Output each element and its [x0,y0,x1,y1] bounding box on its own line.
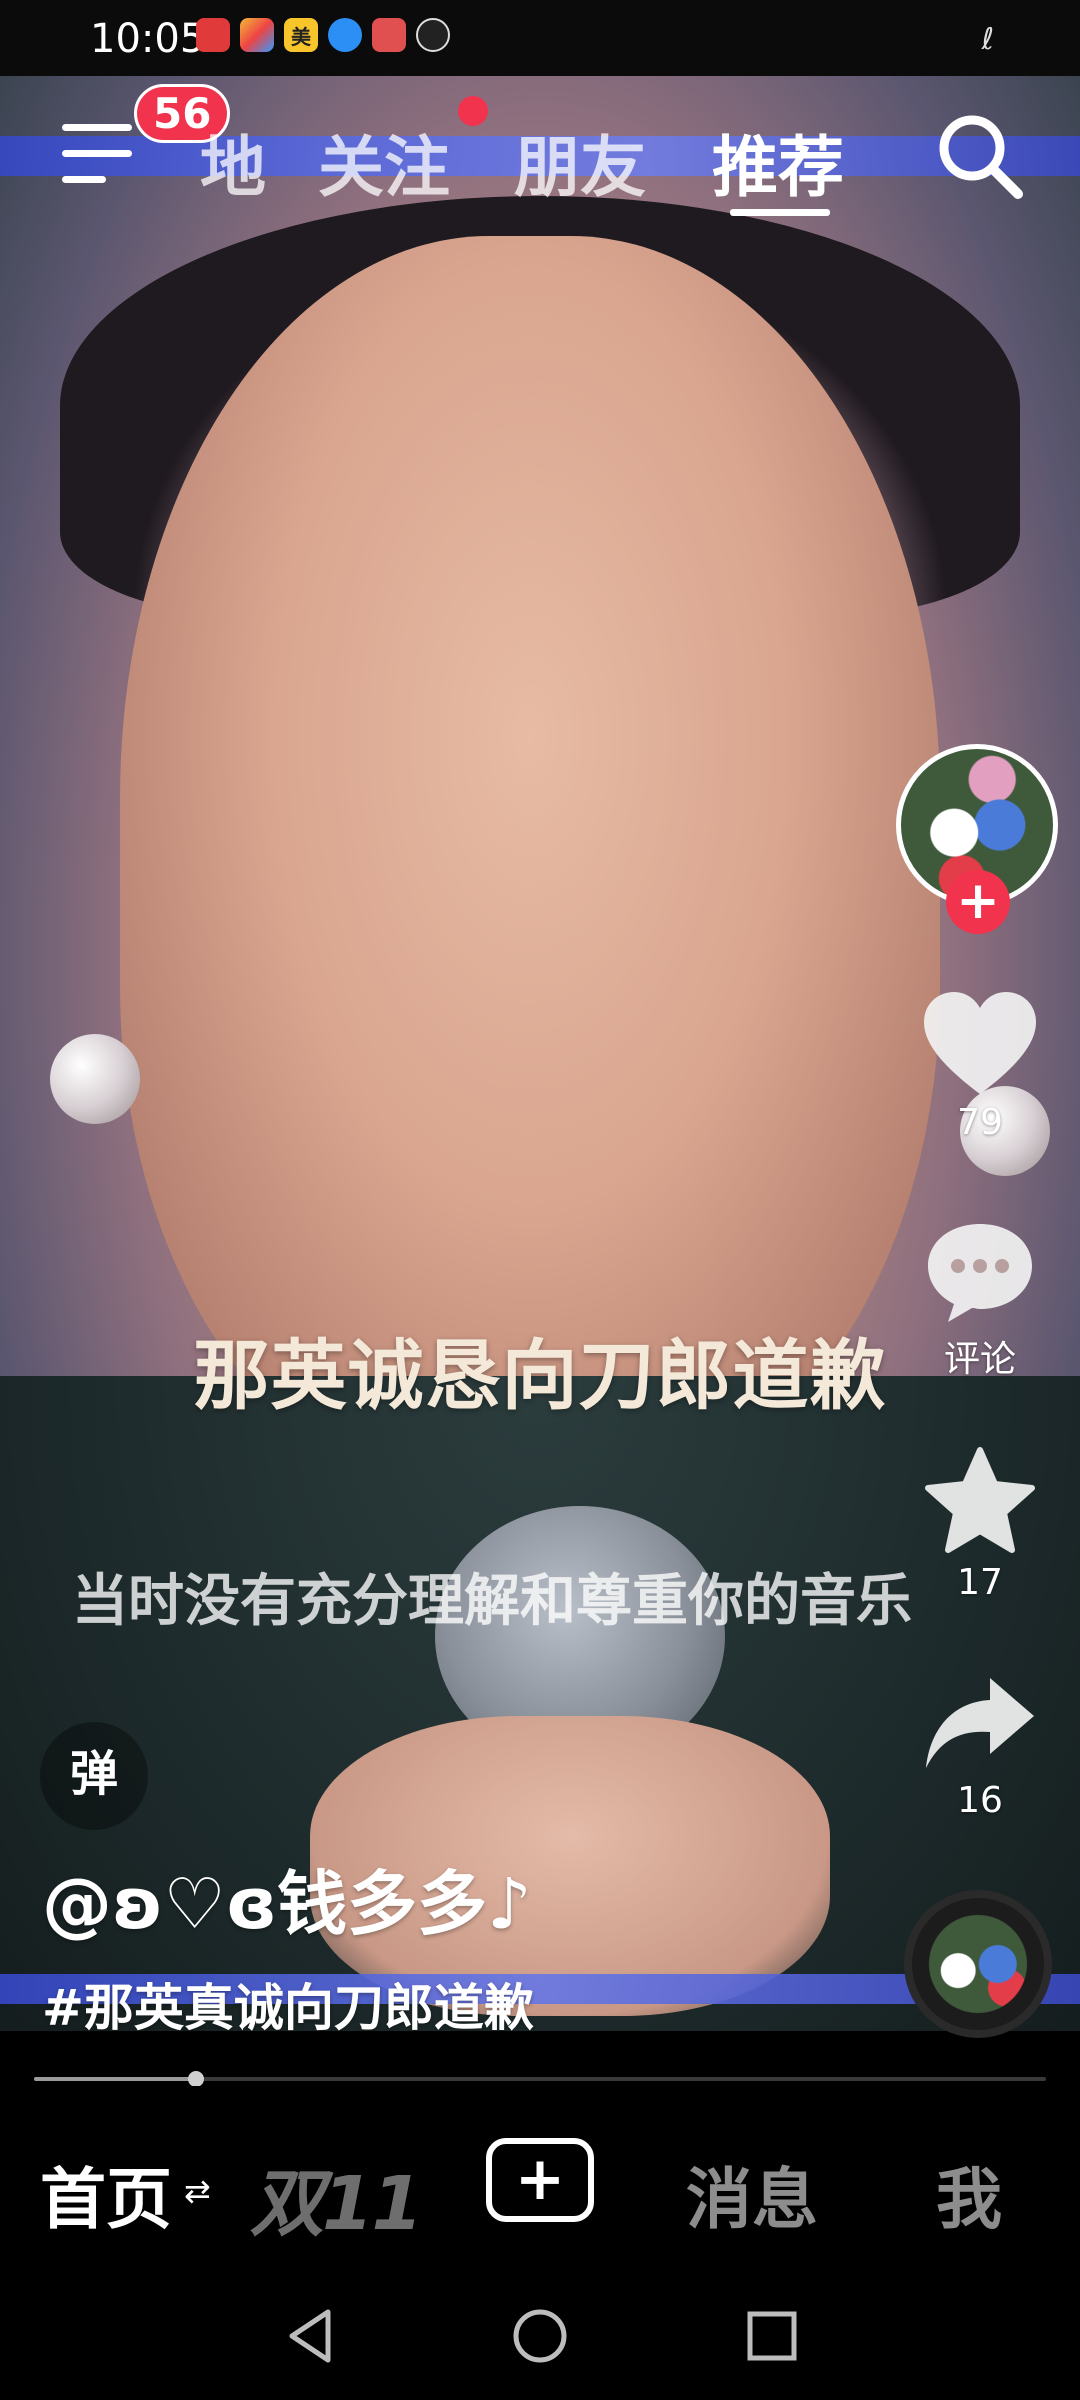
video-hashtag[interactable]: #那英真诚向刀郎道歉 [42,1968,534,2040]
author-name[interactable]: @ʚ♡ɞ钱多多♪ [42,1848,532,1949]
menu-icon-line [62,176,106,183]
music-disc[interactable] [904,1890,1052,2038]
favorite-count: 17 [957,1562,1003,1603]
video-progress-fill [34,2077,196,2081]
create-post-button[interactable]: + [486,2138,594,2222]
status-bar: 10:05 美 ℓ [0,0,1080,76]
favorite-button[interactable]: 17 [910,1446,1050,1603]
clock-icon [416,18,450,52]
tab-home[interactable]: 首页 [40,2146,172,2242]
video-progress-knob[interactable] [187,2071,204,2087]
comment-label: 评论 [943,1339,1016,1380]
share-button[interactable]: 16 [910,1672,1050,1821]
video-progress-bar[interactable] [34,2071,1046,2087]
recents-square-icon[interactable] [742,2306,802,2366]
bottom-tab-bar: 首页 ⇄ 双11 + 消息 我 [0,2086,1080,2276]
tab-me[interactable]: 我 [936,2146,1002,2242]
tab-friends[interactable]: 朋友 [514,114,646,210]
star-icon [925,1447,1035,1553]
comment-button[interactable]: 评论 [910,1218,1050,1382]
share-arrow-icon [926,1678,1034,1768]
follow-button[interactable]: + [946,870,1010,934]
tab-messages[interactable]: 消息 [686,2146,818,2242]
like-button[interactable]: 79 [910,990,1050,1143]
search-button[interactable] [930,106,1030,206]
tab-local[interactable]: 地 [200,114,266,210]
tab-following[interactable]: 关注 [318,114,450,210]
menu-icon-line [62,150,132,157]
home-switch-icon[interactable]: ⇄ [184,2172,211,2210]
menu-icon-line [62,124,132,131]
meituan-icon: 美 [284,18,318,52]
earring-left [50,1034,140,1124]
danmu-toggle-button[interactable]: 弹 [40,1722,148,1830]
top-nav: 56 地 关注 朋友 推荐 [0,84,1080,216]
system-nav-bar [0,2276,1080,2400]
active-tab-underline [730,209,830,216]
menu-button[interactable] [62,124,132,184]
double-eleven-tab[interactable]: 双11 [250,2144,423,2251]
video-face-shape [120,236,940,1486]
search-icon [939,115,1023,199]
heart-icon [924,992,1036,1094]
status-time: 10:05 [90,16,206,62]
comment-icon [928,1224,1032,1322]
browser-icon [328,18,362,52]
huawei-app-icon [372,18,406,52]
huawei-app-icon [196,18,230,52]
status-icons: 美 [196,18,450,52]
following-notification-dot [458,96,488,126]
back-triangle-icon[interactable] [280,2306,340,2366]
like-count: 79 [957,1102,1003,1143]
share-count: 16 [957,1780,1003,1821]
photos-icon [240,18,274,52]
video-subtitle-sub: 当时没有充分理解和尊重你的音乐 [72,1569,912,1634]
status-right-glyph: ℓ [981,22,994,57]
tab-recommended[interactable]: 推荐 [712,114,844,210]
home-circle-icon[interactable] [510,2306,570,2366]
